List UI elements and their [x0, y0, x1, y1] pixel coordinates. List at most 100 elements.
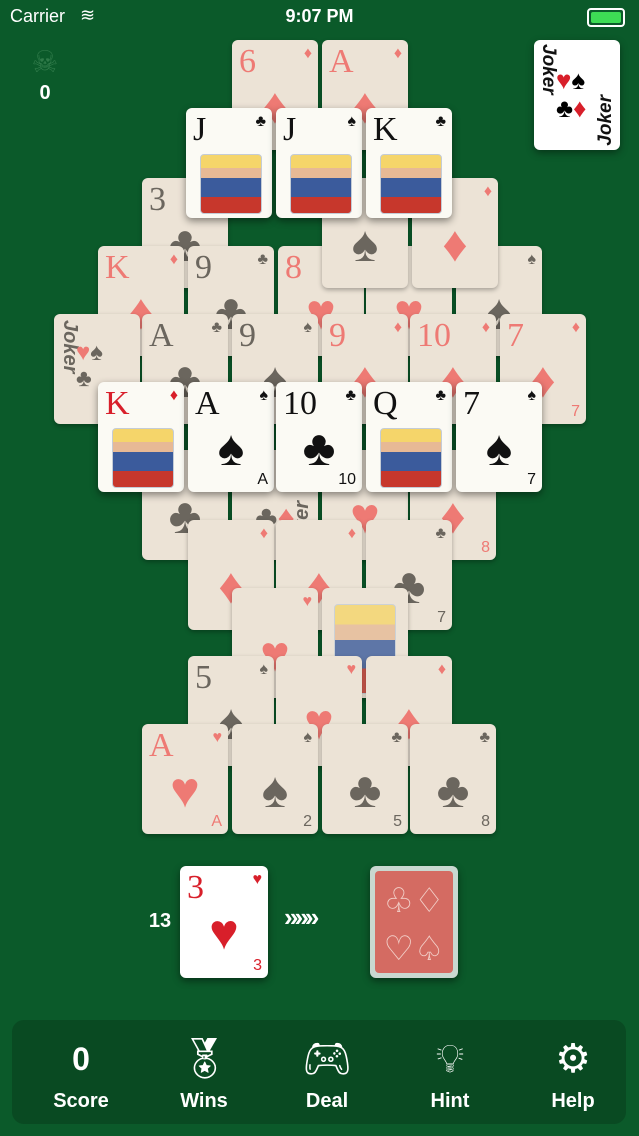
card-corner-suit: ♦: [347, 525, 356, 542]
card-corner-suit: ♦: [169, 251, 178, 268]
card-corner-suit: ♠: [347, 113, 357, 130]
playing-card[interactable]: K ♦: [98, 382, 184, 492]
card-rank: 7: [463, 385, 480, 422]
card-suit-icon: ♠: [261, 762, 289, 818]
help-label: Help: [551, 1090, 595, 1112]
joker-card[interactable]: Joker Joker ♥♠ ♣♦: [534, 40, 620, 150]
card-suit-icon: ♥: [209, 904, 239, 960]
ribbon-icon: 🏅︎: [178, 1037, 230, 1081]
card-corner-suit: ♠: [259, 661, 269, 678]
card-rank: A: [329, 43, 354, 80]
joker-suits-icon: ♥♠ ♣♦: [556, 65, 587, 123]
card-corner-suit: ♦: [393, 45, 402, 62]
card-rank: K: [105, 249, 130, 286]
card-suit-icon: ♠: [485, 420, 513, 476]
card-back: ♧♢ ♡♤: [375, 871, 453, 973]
card-bottom-rank: 3: [253, 957, 262, 974]
status-bar: Carrier ≋ 9:07 PM: [0, 0, 639, 32]
card-bottom-rank: A: [257, 471, 268, 488]
card-suit-icon: ♣: [436, 762, 470, 818]
card-corner-suit: ♠: [303, 319, 313, 336]
gamepad-icon: 🎮︎: [301, 1037, 353, 1081]
playing-card: ♠ ♠ 2: [232, 724, 318, 834]
card-corner-suit: ♦: [483, 183, 492, 200]
score-value: 0: [72, 1041, 90, 1077]
stock-pile[interactable]: ♧♢ ♡♤: [370, 866, 458, 978]
card-corner-suit: ♥: [252, 871, 263, 888]
gear-icon: ⚙: [555, 1037, 591, 1081]
score-button[interactable]: 0 Score: [26, 1028, 136, 1120]
card-corner-suit: ♠: [527, 387, 537, 404]
face-card-portrait-icon: [380, 154, 442, 214]
card-bottom-rank: 7: [527, 471, 536, 488]
card-rank: A: [149, 727, 174, 764]
card-bottom-rank: 8: [481, 813, 490, 830]
playing-card: ♣ ♣ 8: [410, 724, 496, 834]
playing-card[interactable]: 10 ♣ ♣ 10: [276, 382, 362, 492]
status-time: 9:07 PM: [285, 6, 354, 26]
card-suit-icon: ♣: [302, 420, 336, 476]
hint-button[interactable]: 💡︎ Hint: [395, 1028, 505, 1120]
card-corner-suit: ♠: [303, 729, 313, 746]
card-suit-icon: ♥: [170, 762, 200, 818]
waste-card[interactable]: 3 ♥ ♥ 3: [180, 866, 268, 978]
deal-label: Deal: [305, 1090, 349, 1112]
card-bottom-rank: 2: [303, 813, 312, 830]
card-corner-suit: ♦: [393, 319, 402, 336]
playing-card: ♣ ♣ 5: [322, 724, 408, 834]
card-corner-suit: ♦: [437, 661, 446, 678]
card-bottom-rank: 10: [338, 471, 356, 488]
deal-button[interactable]: 🎮︎ Deal: [272, 1028, 382, 1120]
face-card-portrait-icon: [112, 428, 174, 488]
playing-card[interactable]: K ♣: [366, 108, 452, 218]
card-bottom-rank: 7: [437, 609, 446, 626]
card-bottom-rank: 5: [393, 813, 402, 830]
card-rank: 9: [195, 249, 212, 286]
card-corner-suit: ♣: [255, 113, 267, 130]
card-rank: 3: [149, 181, 166, 218]
card-corner-suit: ♣: [435, 525, 447, 542]
card-rank: 6: [239, 43, 256, 80]
card-rank: K: [373, 111, 398, 148]
card-suit-icon: ♣: [348, 762, 382, 818]
card-corner-suit: ♣: [479, 729, 491, 746]
playing-card[interactable]: Q ♣: [366, 382, 452, 492]
arrows-icon: »»»: [284, 902, 319, 932]
card-corner-suit: ♦: [481, 319, 490, 336]
card-rank: 7: [507, 317, 524, 354]
hint-label: Hint: [430, 1090, 470, 1112]
card-rank: 10: [283, 385, 317, 422]
face-card-portrait-icon: [290, 154, 352, 214]
card-rank: 10: [417, 317, 451, 354]
card-rank: 9: [239, 317, 256, 354]
card-corner-suit: ♣: [435, 113, 447, 130]
card-suit-icon: ♠: [217, 420, 245, 476]
playing-card[interactable]: J ♣: [186, 108, 272, 218]
card-corner-suit: ♠: [527, 251, 537, 268]
playing-card[interactable]: 7 ♠ ♠ 7: [456, 382, 542, 492]
face-card-portrait-icon: [380, 428, 442, 488]
playing-card[interactable]: J ♠: [276, 108, 362, 218]
card-bottom-rank: A: [211, 813, 222, 830]
battery-icon: [587, 8, 625, 27]
card-rank: 5: [195, 659, 212, 696]
card-corner-suit: ♣: [435, 387, 447, 404]
card-rank: J: [193, 111, 207, 148]
card-corner-suit: ♦: [169, 387, 178, 404]
card-rank: 9: [329, 317, 346, 354]
card-rank: 3: [187, 869, 204, 906]
card-corner-suit: ♣: [391, 729, 403, 746]
card-corner-suit: ♦: [571, 319, 580, 336]
playing-card[interactable]: A ♠ ♠ A: [188, 382, 274, 492]
card-suit-icon: ♠: [351, 216, 379, 272]
card-corner-suit: ♣: [345, 387, 357, 404]
card-corner-suit: ♦: [303, 45, 312, 62]
card-rank: A: [149, 317, 174, 354]
stock-count: 13: [148, 910, 172, 932]
wins-button[interactable]: 🏅︎ Wins: [149, 1028, 259, 1120]
help-button[interactable]: ⚙ Help: [518, 1028, 628, 1120]
card-corner-suit: ♥: [302, 593, 313, 610]
card-back-pattern-icon: ♧♢ ♡♤: [383, 882, 445, 968]
card-rank: J: [283, 111, 297, 148]
bottom-toolbar: 0 Score 🏅︎ Wins 🎮︎ Deal 💡︎ Hint ⚙ Help: [12, 1020, 626, 1124]
